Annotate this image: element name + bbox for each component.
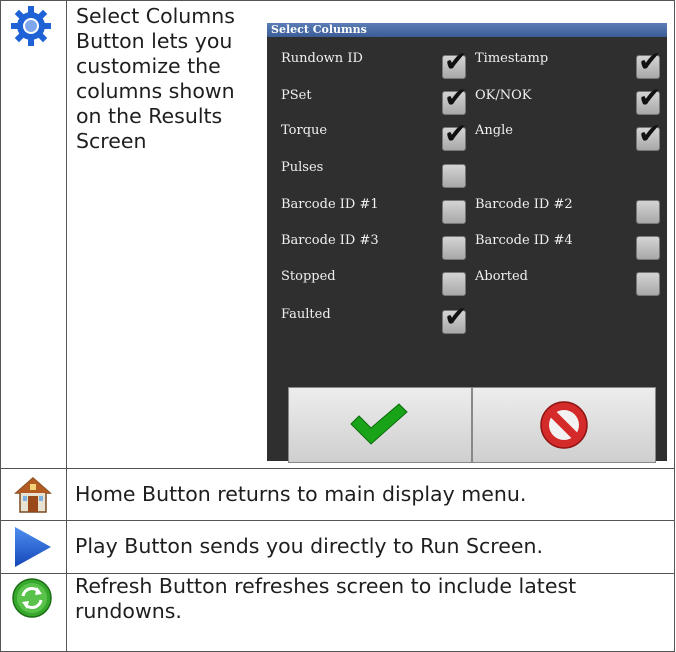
faulted-checkbox[interactable]: ✔ <box>442 303 467 334</box>
refresh-description: Refresh Button refreshes screen to inclu… <box>75 574 577 623</box>
torque-checkbox[interactable]: ✔ <box>442 120 467 151</box>
check-mark: ✔ <box>444 45 468 78</box>
refresh-icon <box>12 578 52 618</box>
option-label: Barcode ID #4 <box>475 233 573 248</box>
check-mark: ✔ <box>444 81 468 114</box>
home-icon <box>14 476 52 513</box>
table-row: Home Button returns to main display menu… <box>0 468 675 521</box>
table-row: Play Button sends you directly to Run Sc… <box>0 520 675 574</box>
angle-checkbox[interactable]: ✔ <box>636 120 661 151</box>
check-mark: ✔ <box>638 117 662 150</box>
dialog-title: Select Columns <box>267 23 667 37</box>
home-description: Home Button returns to main display menu… <box>75 482 527 506</box>
icon-cell <box>0 573 67 652</box>
cancel-button[interactable] <box>472 387 656 463</box>
table-row: Refresh Button refreshes screen to inclu… <box>0 573 675 652</box>
confirm-button[interactable] <box>288 387 472 463</box>
option-label: PSet <box>281 88 312 103</box>
gear-icon <box>11 6 51 46</box>
play-description: Play Button sends you directly to Run Sc… <box>75 534 543 558</box>
option-label: Rundown ID <box>281 51 363 66</box>
aborted-checkbox[interactable] <box>636 272 660 296</box>
option-label: Barcode ID #2 <box>475 197 573 212</box>
option-label: Faulted <box>281 307 331 322</box>
select-columns-description: Select Columns Button lets you customize… <box>76 4 235 153</box>
barcode-3-checkbox[interactable] <box>442 236 466 260</box>
check-mark: ✔ <box>444 300 468 333</box>
select-columns-dialog: Select Columns Rundown ID ✔ Timestamp ✔ … <box>267 23 667 463</box>
barcode-2-checkbox[interactable] <box>636 200 660 224</box>
option-label: Barcode ID #1 <box>281 197 379 212</box>
option-label: OK/NOK <box>475 88 532 103</box>
row-content: Play Button sends you directly to Run Sc… <box>66 520 675 574</box>
check-mark: ✔ <box>638 81 662 114</box>
icon-cell <box>0 520 67 574</box>
option-label: Barcode ID #3 <box>281 233 379 248</box>
stopped-checkbox[interactable] <box>442 272 466 296</box>
option-label: Timestamp <box>475 51 549 66</box>
barcode-1-checkbox[interactable] <box>442 200 466 224</box>
option-label: Torque <box>281 123 328 138</box>
dialog-button-bar <box>288 387 658 463</box>
row-content: Refresh Button refreshes screen to inclu… <box>66 573 675 652</box>
ok-nok-checkbox[interactable]: ✔ <box>636 84 661 115</box>
barcode-4-checkbox[interactable] <box>636 236 660 260</box>
cancel-icon <box>540 401 588 449</box>
option-label: Pulses <box>281 160 324 175</box>
icon-cell <box>0 0 67 469</box>
option-label: Aborted <box>475 269 528 284</box>
rundown-id-checkbox[interactable]: ✔ <box>442 48 467 79</box>
play-icon <box>15 527 51 567</box>
check-mark: ✔ <box>638 45 662 78</box>
option-label: Stopped <box>281 269 336 284</box>
row-content: Home Button returns to main display menu… <box>66 468 675 521</box>
pset-checkbox[interactable]: ✔ <box>442 84 467 115</box>
icon-cell <box>0 468 67 521</box>
checkmark-icon <box>350 403 408 445</box>
option-label: Angle <box>475 123 513 138</box>
timestamp-checkbox[interactable]: ✔ <box>636 48 661 79</box>
pulses-checkbox[interactable] <box>442 164 466 188</box>
check-mark: ✔ <box>444 117 468 150</box>
